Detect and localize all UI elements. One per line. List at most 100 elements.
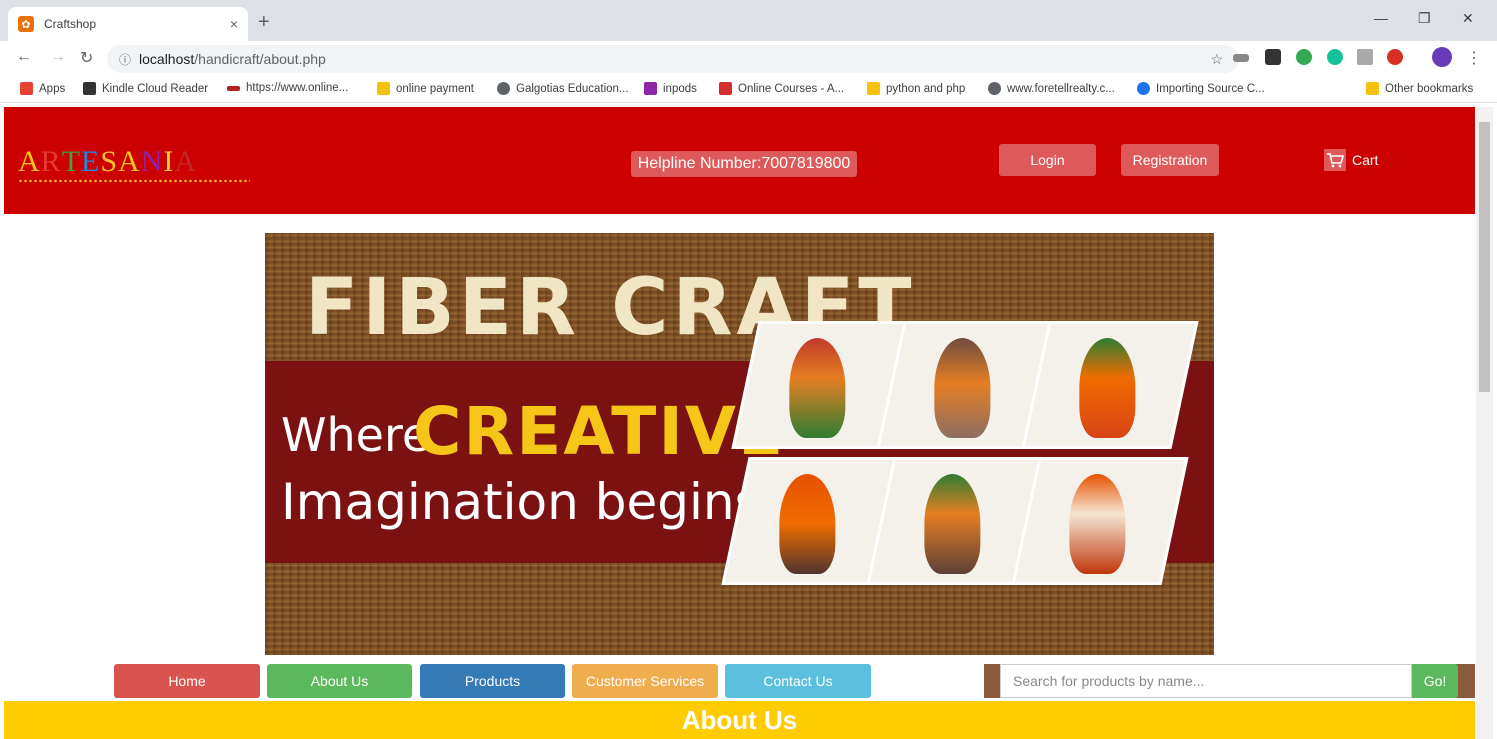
bookmark-label: inpods: [663, 82, 697, 95]
bookmark-label: Apps: [39, 82, 66, 95]
logo-letter: A: [174, 145, 198, 178]
bookmark-importing-source[interactable]: Importing Source C...: [1137, 82, 1265, 95]
about-us-heading: About Us: [4, 701, 1475, 739]
logo-letter: R: [40, 145, 62, 178]
nav-home-button[interactable]: Home: [114, 664, 260, 698]
search-group: Go!: [984, 664, 1475, 698]
grammarly-extension-icon[interactable]: [1327, 49, 1343, 65]
globe-icon: [988, 82, 1001, 95]
craft-gallery: [715, 321, 1199, 591]
hero-banner: FIBER CRAFT Where CREATIVE Imagination b…: [265, 233, 1214, 655]
reload-icon[interactable]: ↻: [80, 48, 93, 68]
nav-customer-services-button[interactable]: Customer Services: [572, 664, 718, 698]
nav-about-button[interactable]: About Us: [267, 664, 412, 698]
site-info-icon[interactable]: ⓘ: [119, 51, 131, 68]
bookmark-other[interactable]: Other bookmarks: [1366, 82, 1473, 95]
helpline-badge: Helpline Number:7007819800: [631, 151, 857, 177]
new-tab-button[interactable]: +: [258, 11, 270, 34]
bookmark-label: www.foretellrealty.c...: [1007, 82, 1115, 95]
craft-tile: [1011, 457, 1189, 585]
back-icon[interactable]: ←: [16, 48, 32, 66]
shield-extension-icon[interactable]: [1296, 49, 1312, 65]
inpods-icon: [644, 82, 657, 95]
bookmark-star-icon[interactable]: ☆: [1210, 51, 1223, 68]
block-extension-icon[interactable]: [1387, 49, 1403, 65]
bookmark-foretell[interactable]: www.foretellrealty.c...: [988, 82, 1115, 95]
banner-imagination: Imagination begins: [281, 473, 761, 531]
browser-tab[interactable]: ✿ Craftshop ×: [8, 7, 248, 41]
login-button[interactable]: Login: [999, 144, 1096, 176]
bookmark-label: online payment: [396, 82, 474, 95]
figurine-image: [789, 338, 846, 438]
cart-link[interactable]: Cart: [1324, 149, 1378, 171]
tab-close-icon[interactable]: ×: [230, 16, 238, 32]
figurine-image: [1079, 338, 1136, 438]
bookmarks-bar: Apps Kindle Cloud Reader https://www.onl…: [0, 75, 1497, 103]
folder-icon: [1366, 82, 1379, 95]
browser-tab-strip: ✿ Craftshop × + — ❐ ✕: [0, 0, 1497, 41]
logo-letter: N: [140, 145, 164, 178]
globe-icon: [497, 82, 510, 95]
profile-avatar-icon[interactable]: [1432, 47, 1452, 67]
scrollbar-thumb[interactable]: [1479, 122, 1490, 392]
cart-icon: [1324, 149, 1346, 171]
logo-letter: A: [118, 145, 141, 178]
source-icon: [1137, 82, 1150, 95]
address-bar[interactable]: ⓘ localhost/handicraft/about.php ☆: [107, 45, 1239, 73]
nsdl-icon: [227, 85, 240, 91]
bookmark-galgotias[interactable]: Galgotias Education...: [497, 82, 629, 95]
infinity-extension-icon[interactable]: [1233, 54, 1249, 62]
logo-letter: A: [18, 145, 41, 178]
cart-label: Cart: [1352, 152, 1379, 168]
bookmark-label: Importing Source C...: [1156, 82, 1265, 95]
bookmark-label: Online Courses - A...: [738, 82, 845, 95]
logo-letter: E: [81, 145, 101, 178]
logo-letter: S: [100, 145, 119, 178]
menu-kebab-icon[interactable]: ⋮: [1466, 48, 1482, 68]
figurine-image: [924, 474, 981, 574]
bookmark-label: Other bookmarks: [1385, 82, 1474, 95]
url-host: localhost: [139, 51, 195, 67]
bookmark-online-payment[interactable]: online payment: [377, 82, 474, 95]
web-page: ARTESANIA Helpline Number:7007819800 Log…: [4, 107, 1475, 739]
kindle-icon: [83, 82, 96, 95]
bookmark-inpods[interactable]: inpods: [644, 82, 697, 95]
search-input[interactable]: [1000, 664, 1412, 698]
browser-toolbar: ← → ↻ ⓘ localhost/handicraft/about.php ☆…: [0, 41, 1497, 75]
bookmark-online[interactable]: https://www.online...: [227, 82, 348, 94]
bookmark-kindle[interactable]: Kindle Cloud Reader: [83, 82, 208, 95]
site-header: ARTESANIA Helpline Number:7007819800 Log…: [4, 107, 1475, 214]
figurine-image: [1069, 474, 1126, 574]
main-nav: Home About Us Products Customer Services…: [4, 664, 1475, 698]
figurine-image: [779, 474, 836, 574]
minimize-icon[interactable]: —: [1374, 10, 1388, 26]
forward-icon[interactable]: →: [50, 48, 66, 66]
logo-letter: T: [61, 145, 82, 178]
restore-icon[interactable]: ❐: [1418, 10, 1431, 27]
bookmark-label: https://www.online...: [246, 82, 349, 94]
bookmark-apps[interactable]: Apps: [20, 82, 65, 95]
logo-dots-decoration: [18, 179, 250, 183]
close-window-icon[interactable]: ✕: [1462, 10, 1474, 27]
bookmark-python-php[interactable]: python and php: [867, 82, 965, 95]
site-logo[interactable]: ARTESANIA: [18, 145, 197, 179]
bookmark-label: python and php: [886, 82, 966, 95]
page-scrollbar[interactable]: [1476, 107, 1493, 739]
tab-title: Craftshop: [44, 17, 97, 31]
search-go-button[interactable]: Go!: [1412, 664, 1458, 698]
bookmark-label: Kindle Cloud Reader: [102, 82, 209, 95]
nav-products-button[interactable]: Products: [420, 664, 565, 698]
folder-icon: [867, 82, 880, 95]
figurine-image: [934, 338, 991, 438]
registration-button[interactable]: Registration: [1121, 144, 1219, 176]
bookmark-online-courses[interactable]: Online Courses - A...: [719, 82, 844, 95]
craft-tile: [1021, 321, 1199, 449]
udemy-icon: [719, 82, 732, 95]
cube-extension-icon[interactable]: [1265, 49, 1281, 65]
url-path: /handicraft/about.php: [194, 51, 326, 67]
site-favicon-icon: ✿: [18, 16, 34, 32]
banner-where: Where: [281, 408, 431, 462]
nav-contact-button[interactable]: Contact Us: [725, 664, 871, 698]
bookmark-label: Galgotias Education...: [516, 82, 629, 95]
document-extension-icon[interactable]: [1357, 49, 1373, 65]
